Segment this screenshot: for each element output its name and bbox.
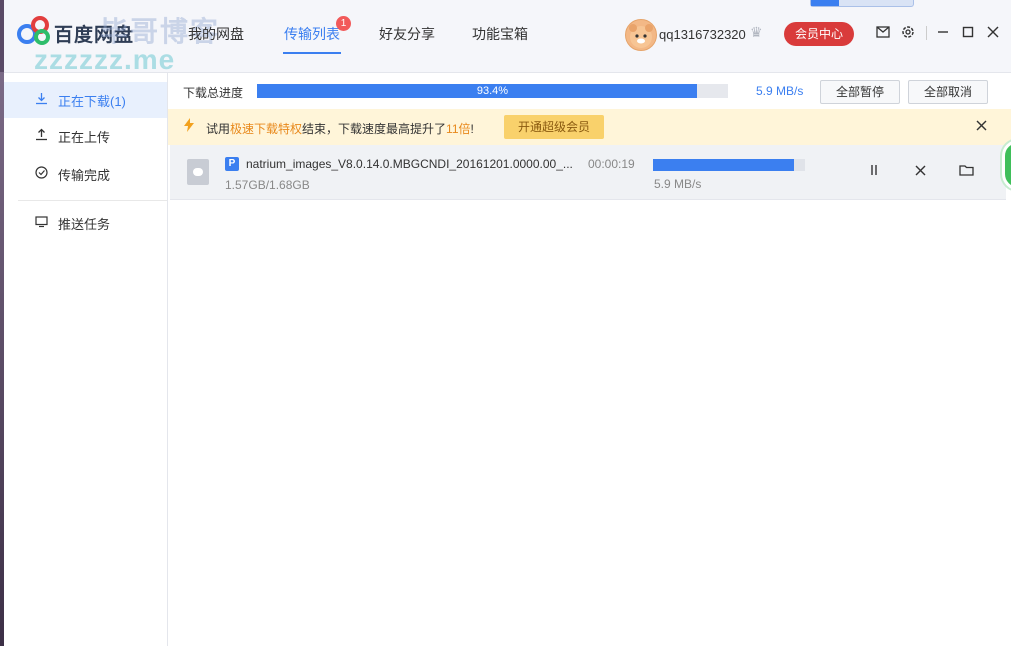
monitor-icon (32, 215, 50, 231)
tab-transfer-list[interactable]: 传输列表 (284, 24, 340, 44)
toolbar-separator (926, 26, 927, 40)
total-speed: 5.9 MB/s (756, 84, 804, 98)
promo-message: 试用极速下载特权结束，下载速度最高提升了11倍! (206, 122, 474, 136)
sidebar-item-downloading[interactable]: 正在下载(1) (4, 82, 167, 118)
vip-center-button[interactable]: 会员中心 (784, 22, 854, 46)
sidebar: 正在下载(1) 正在上传 传输完成 推送任务 (4, 73, 168, 646)
total-progress-row: 下载总进度 93.4% 5.9 MB/s 全部暂停 全部取消 (168, 73, 1011, 110)
app-window: 百度网盘 毕哥博客 我的网盘 传输列表 1 好友分享 功能宝箱 qq131673… (4, 0, 1011, 646)
active-tab-underline (283, 52, 341, 54)
file-speed: 5.9 MB/s (654, 177, 702, 191)
promo-banner: 试用极速下载特权结束，下载速度最高提升了11倍! 开通超级会员 (168, 109, 1011, 145)
tab-toolbox[interactable]: 功能宝箱 (472, 24, 528, 44)
baidu-netdisk-logo-icon (17, 16, 50, 45)
promo-close-icon[interactable] (976, 118, 987, 134)
file-name: natrium_images_V8.0.14.0.MBGCNDI_2016120… (246, 157, 573, 171)
window-tab-indicator (810, 0, 914, 7)
close-icon[interactable] (984, 25, 1002, 41)
file-progress-bar (653, 159, 805, 171)
sidebar-item-completed[interactable]: 传输完成 (4, 156, 167, 192)
total-progress-label: 下载总进度 (183, 86, 244, 100)
sidebar-item-push-tasks[interactable]: 推送任务 (4, 205, 167, 241)
tab-friend-share[interactable]: 好友分享 (379, 24, 435, 44)
maximize-icon[interactable] (959, 25, 977, 41)
file-tag: P (225, 157, 239, 171)
download-icon (32, 92, 50, 108)
file-icon (187, 159, 209, 185)
promo-highlight-privilege[interactable]: 极速下载特权 (230, 122, 302, 136)
cancel-all-button[interactable]: 全部取消 (908, 80, 988, 104)
table-row[interactable]: P natrium_images_V8.0.14.0.MBGCNDI_20161… (170, 145, 1006, 200)
time-remaining: 00:00:19 (588, 157, 635, 171)
avatar[interactable] (625, 19, 657, 51)
mail-icon[interactable] (874, 25, 892, 41)
main-panel: 下载总进度 93.4% 5.9 MB/s 全部暂停 全部取消 试用极速下载特权结… (168, 73, 1011, 646)
sidebar-item-label: 推送任务 (58, 216, 111, 232)
lightning-icon (184, 118, 194, 135)
total-progress-percent: 93.4% (476, 85, 509, 97)
check-circle-icon (32, 166, 50, 182)
sidebar-item-label: 传输完成 (58, 167, 111, 183)
gear-icon[interactable] (899, 25, 917, 42)
transfer-badge: 1 (336, 16, 351, 31)
sidebar-item-uploading[interactable]: 正在上传 (4, 118, 167, 154)
sidebar-divider (18, 200, 167, 201)
sidebar-item-label: 正在下载(1) (58, 93, 126, 109)
pause-all-button[interactable]: 全部暂停 (820, 80, 900, 104)
pause-icon[interactable] (864, 163, 884, 179)
crown-icon: ♛ (750, 24, 763, 40)
tab-my-disk[interactable]: 我的网盘 (188, 24, 244, 44)
file-size: 1.57GB/1.68GB (225, 178, 310, 192)
total-progress-bar: 93.4% (257, 84, 728, 98)
cancel-download-icon[interactable] (910, 163, 930, 179)
open-super-vip-button[interactable]: 开通超级会员 (504, 115, 604, 139)
upload-icon (32, 128, 50, 144)
watermark-url: zzzzzz.me (34, 44, 176, 75)
sidebar-item-label: 正在上传 (58, 129, 111, 145)
username[interactable]: qq1316732320 (659, 27, 746, 42)
minimize-icon[interactable] (934, 25, 952, 41)
file-progress-fill (653, 159, 795, 171)
promo-highlight-speed: 11倍 (446, 122, 471, 136)
folder-icon[interactable] (956, 163, 976, 179)
